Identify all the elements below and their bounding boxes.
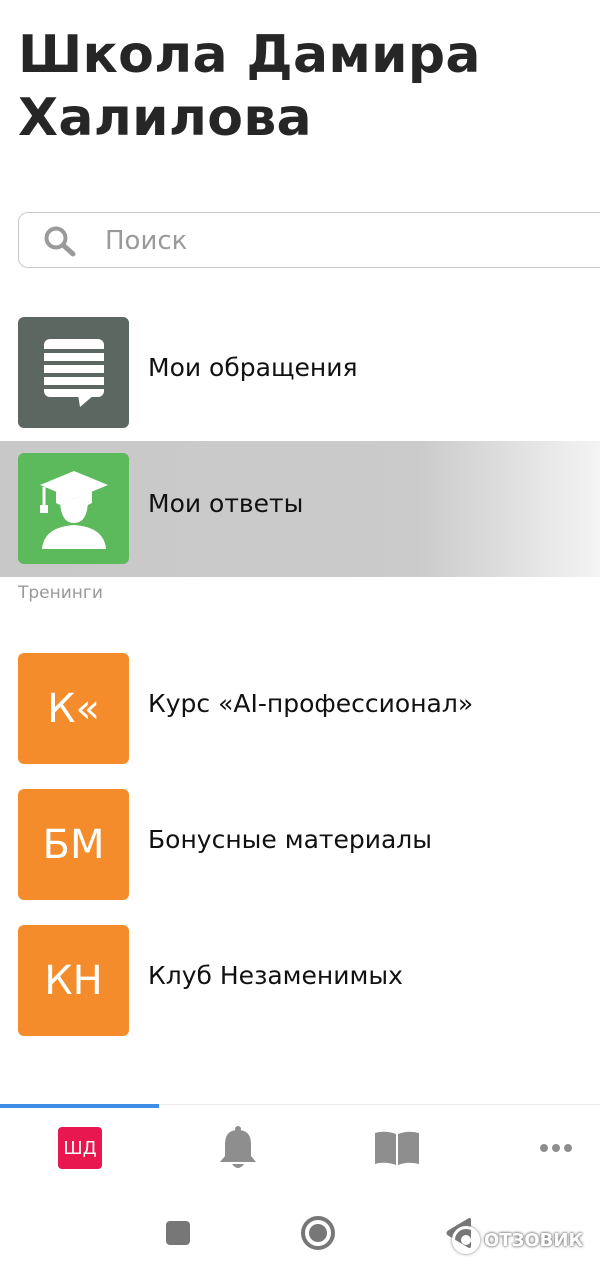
search-icon	[44, 226, 76, 257]
graduate-icon	[18, 453, 129, 564]
course-avatar: БМ	[18, 789, 129, 900]
bell-icon	[220, 1126, 256, 1168]
course-avatar: К«	[18, 653, 129, 764]
page-title: Школа Дамира Халилова	[18, 25, 481, 148]
training-item-label: Курс «AI-профессионал»	[148, 689, 474, 718]
search-input[interactable]: Поиск	[18, 212, 600, 268]
training-item-ai-course[interactable]: К« Курс «AI-профессионал»	[0, 641, 600, 777]
training-item-label: Бонусные материалы	[148, 825, 433, 854]
list-item-my-requests[interactable]: Мои обращения	[0, 305, 600, 441]
book-icon	[375, 1131, 419, 1165]
list-item-label: Мои обращения	[148, 353, 358, 382]
school-logo-icon: ШД	[58, 1127, 102, 1169]
search-placeholder: Поиск	[105, 226, 188, 256]
otzovik-watermark: ОТЗОВИК	[452, 1222, 583, 1258]
otzovik-logo-icon	[452, 1226, 480, 1254]
tab-notifications[interactable]	[163, 1105, 313, 1191]
tab-library[interactable]	[322, 1105, 472, 1191]
course-avatar: КН	[18, 925, 129, 1036]
recents-button[interactable]	[164, 1219, 192, 1247]
tab-more[interactable]	[481, 1105, 600, 1191]
more-dots-icon	[540, 1144, 572, 1152]
watermark-text: ОТЗОВИК	[484, 1229, 584, 1251]
home-button[interactable]	[300, 1215, 336, 1251]
training-item-label: Клуб Незаменимых	[148, 961, 403, 990]
training-item-club[interactable]: КН Клуб Незаменимых	[0, 913, 600, 1049]
list-item-my-answers[interactable]: Мои ответы	[0, 441, 600, 577]
section-title-trainings: Тренинги	[18, 583, 103, 603]
home-icon	[301, 1216, 335, 1250]
training-item-bonus-materials[interactable]: БМ Бонусные материалы	[0, 777, 600, 913]
list-item-label: Мои ответы	[148, 489, 304, 518]
message-lines-icon	[18, 317, 129, 428]
bottom-tab-bar: ШД	[0, 1104, 600, 1191]
tab-home[interactable]: ШД	[5, 1105, 155, 1191]
recents-icon	[166, 1221, 190, 1245]
